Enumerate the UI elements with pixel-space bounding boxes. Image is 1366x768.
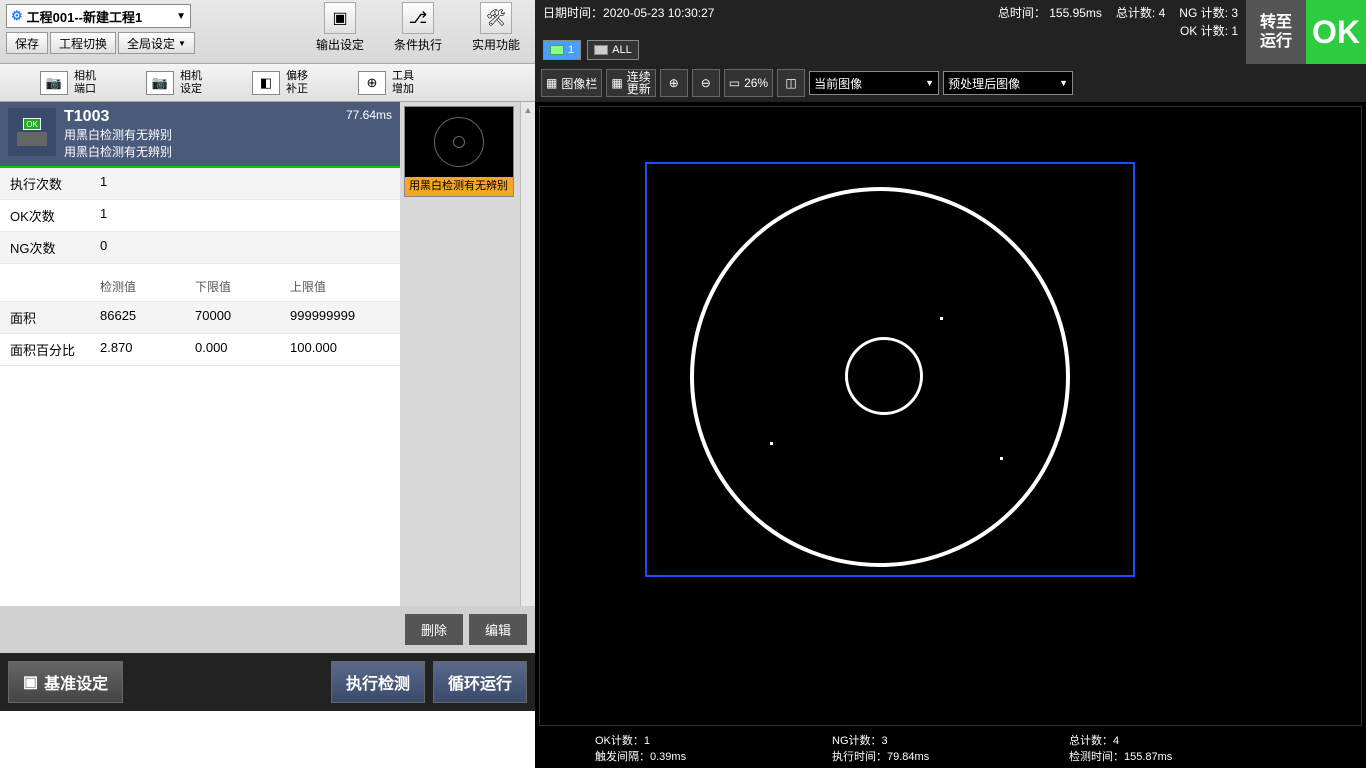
tool-card-t1003[interactable]: OK T1003 用黑白检测有无辨别 用黑白检测有无辨别 77.64ms	[0, 102, 400, 166]
output-settings-button[interactable]: ▣ 输出设定	[310, 2, 370, 53]
utility-button[interactable]: 🛠 实用功能	[466, 2, 526, 53]
thumbnail-label: 用黑白检测有无辨别	[405, 177, 513, 196]
total-count: 总计数: 4	[1116, 4, 1165, 21]
table-row: 面积8662570000999999999	[0, 302, 400, 334]
add-tool-icon: ⊕	[358, 71, 386, 95]
zoom-in-button[interactable]: ⊕	[660, 69, 688, 97]
view-single-button[interactable]: 1	[543, 40, 581, 60]
offset-icon: ◧	[252, 71, 280, 95]
project-name: 工程001--新建工程1	[27, 7, 143, 26]
tool-id: T1003	[64, 108, 338, 126]
image-viewport[interactable]	[539, 106, 1362, 726]
fit-button[interactable]: ▭26%	[724, 69, 773, 97]
offset-correction-button[interactable]: ◧ 偏移补正	[252, 70, 308, 94]
stats-table: 执行次数1 OK次数1 NG次数0 检测值下限值上限值 面积8662570000…	[0, 168, 400, 606]
chevron-down-icon: ▼	[178, 39, 186, 48]
fit-icon: ▭	[729, 76, 740, 90]
continuous-update-button[interactable]: ▦连续 更新	[606, 69, 655, 97]
loop-run-button[interactable]: 循环运行	[433, 661, 527, 703]
tools-icon: 🛠	[480, 2, 512, 34]
run-detection-button[interactable]: 执行检测	[331, 661, 425, 703]
global-settings-button[interactable]: 全局设定▼	[118, 32, 195, 54]
zoom-in-icon: ⊕	[669, 76, 679, 90]
gallery-icon: ▦	[546, 76, 557, 90]
ng-count: NG 计数: 3	[1179, 4, 1238, 21]
add-tool-button[interactable]: ⊕ 工具增加	[358, 70, 414, 94]
zoom-out-button[interactable]: ⊖	[692, 69, 720, 97]
camera-icon: ▣	[23, 672, 38, 692]
delete-button[interactable]: 删除	[405, 614, 463, 645]
tool-desc-1: 用黑白检测有无辨别	[64, 126, 338, 143]
chevron-down-icon: ▼	[1059, 78, 1068, 88]
datetime-label: 日期时间：2020-05-23 10:30:27	[543, 4, 714, 21]
save-button[interactable]: 保存	[6, 32, 48, 54]
tool-type-icon: OK	[8, 108, 56, 156]
branch-icon: ⎇	[402, 2, 434, 34]
tool-thumbnail[interactable]: 用黑白检测有无辨别	[404, 106, 514, 197]
chevron-down-icon: ▼	[176, 11, 186, 22]
table-row: 面积百分比2.8700.000100.000	[0, 334, 400, 366]
processed-image-select[interactable]: 预处理后图像▼	[943, 71, 1073, 95]
total-time: 总时间： 155.95ms	[998, 4, 1102, 21]
edit-button[interactable]: 编辑	[469, 614, 527, 645]
output-icon: ▣	[324, 2, 356, 34]
gear-icon: ⚙	[11, 8, 23, 24]
chevron-down-icon: ▼	[925, 78, 934, 88]
view-all-button[interactable]: ALL	[587, 40, 639, 60]
switch-to-run-button[interactable]: 转至 运行	[1246, 0, 1306, 64]
switch-project-button[interactable]: 工程切换	[50, 32, 116, 54]
ok-count: OK 计数: 1	[1180, 22, 1238, 39]
tool-time: 77.64ms	[346, 108, 392, 122]
project-selector[interactable]: ⚙ 工程001--新建工程1 ▼	[6, 4, 191, 28]
tool-desc-2: 用黑白检测有无辨别	[64, 143, 338, 160]
camera-settings-button[interactable]: 📷 相机设定	[146, 70, 202, 94]
image-source-select[interactable]: 当前图像▼	[809, 71, 939, 95]
image-bar-button[interactable]: ▦图像栏	[541, 69, 602, 97]
scrollbar[interactable]: ▲	[520, 102, 535, 606]
camera-icon: 📷	[40, 71, 68, 95]
refresh-icon: ▦	[611, 77, 622, 89]
roi-button[interactable]: ◫	[777, 69, 805, 97]
reference-settings-button[interactable]: ▣基准设定	[8, 661, 123, 703]
camera-port-button[interactable]: 📷 相机端口	[40, 70, 96, 94]
condition-exec-button[interactable]: ⎇ 条件执行	[388, 2, 448, 53]
roi-icon: ◫	[785, 76, 796, 90]
camera-gear-icon: 📷	[146, 71, 174, 95]
status-bar: OK计数：1 NG计数：3 总计数：4 触发间隔：0.39ms 执行时间：79.…	[535, 730, 1366, 768]
ok-status: OK	[1306, 0, 1366, 64]
zoom-out-icon: ⊖	[701, 76, 711, 90]
detected-circle-inner	[845, 337, 923, 415]
